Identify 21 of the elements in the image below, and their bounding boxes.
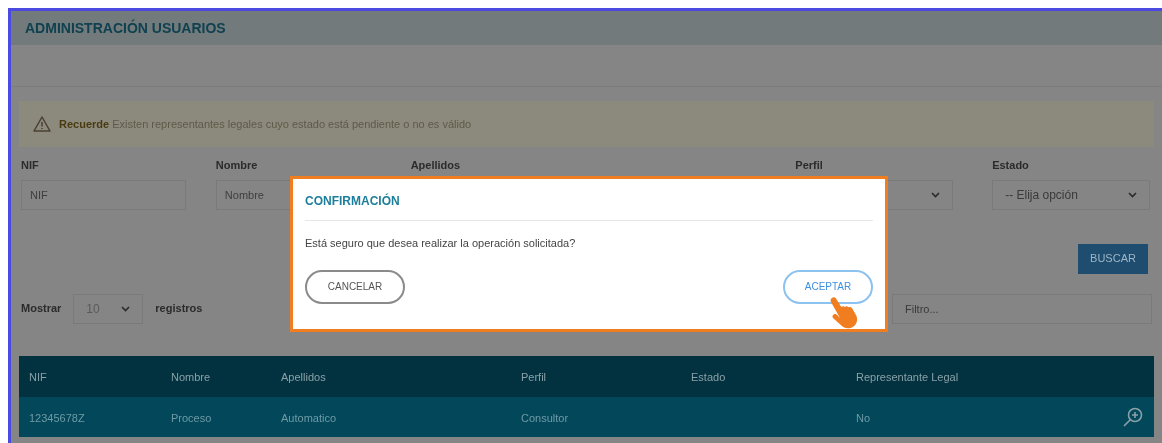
dialog-title: CONFIRMACIÓN [305, 192, 400, 210]
field-label: NIF [21, 158, 40, 173]
table-cell: 12345678Z [29, 411, 85, 424]
column-header: Estado [691, 371, 726, 383]
column-header: NIF [29, 371, 47, 383]
show-label: Mostrar [21, 301, 62, 317]
column-header: Representante Legal [856, 371, 959, 383]
field-label: Estado [992, 158, 1030, 173]
field-label: Nombre [215, 158, 259, 173]
table-cell: Automatico [281, 411, 337, 424]
column-header: Perfil [521, 371, 547, 383]
table-cell: Proceso [171, 411, 212, 424]
field-label: Apellidos [410, 158, 462, 173]
records-label: registros [155, 301, 203, 317]
field-label: Perfil [795, 158, 824, 173]
table-cell: No [856, 411, 871, 424]
dialog-message: Está seguro que desea realizar la operación solicitada? [305, 236, 577, 251]
column-header: Nombre [171, 371, 211, 383]
column-header: Apellidos [281, 371, 326, 383]
table-cell: Consultor [521, 411, 569, 424]
page-title: ADMINISTRACIÓN USUARIOS [25, 18, 226, 38]
